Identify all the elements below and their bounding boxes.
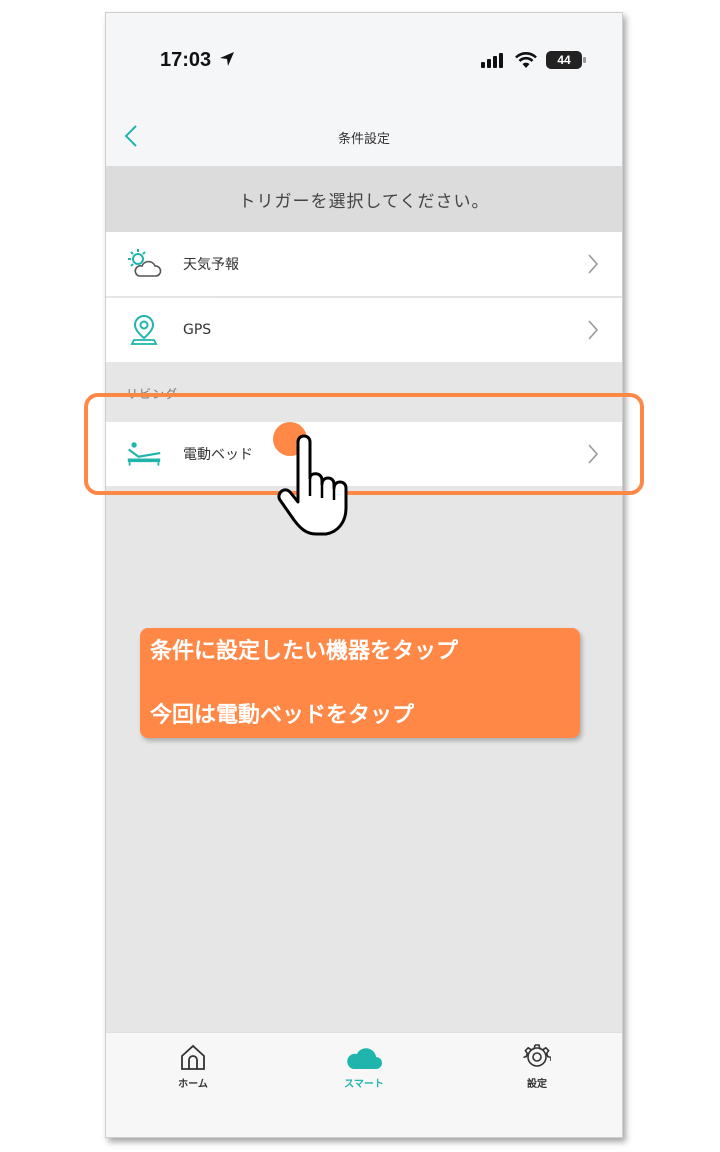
status-time: 17:03 [160,49,235,72]
location-pin-icon [126,312,162,348]
trigger-prompt: トリガーを選択してください。 [106,166,622,232]
location-arrow-icon [219,52,234,66]
tab-settings[interactable]: 設定 [492,1043,582,1103]
status-time-text: 17:03 [160,49,212,71]
tab-label: スマート [344,1079,384,1090]
chevron-right-icon [588,254,599,274]
tab-bar: ホーム スマート 設定 [106,1032,622,1137]
instruction-callout: 条件に設定したい機器をタップ 今回は電動ベッドをタップ [140,628,580,738]
nav-bar: 条件設定 [106,108,622,166]
callout-line-1: 条件に設定したい機器をタップ [150,639,459,664]
list-item-gps[interactable]: GPS [106,298,622,362]
status-bar: 17:03 44 [106,13,622,108]
weather-icon [126,246,162,282]
battery-icon: 44 [546,51,586,69]
tab-home[interactable]: ホーム [148,1043,238,1103]
page-title: 条件設定 [337,132,390,147]
chevron-right-icon [588,320,599,340]
home-icon [181,1044,205,1070]
hand-pointer-icon [277,434,348,536]
tab-label: ホーム [178,1079,208,1090]
phone-screen: 17:03 44 条件設定 トリガーを選択してください。 天気予報 GPS リビ… [105,12,623,1138]
tab-label: 設定 [527,1079,547,1090]
list-item-label: 天気予報 [183,257,239,273]
cloud-icon [347,1048,382,1069]
gear-icon [523,1044,551,1067]
list-item-label: GPS [183,322,212,338]
status-indicators: 44 [480,51,586,69]
tab-smart[interactable]: スマート [319,1043,409,1103]
callout-line-2: 今回は電動ベッドをタップ [150,703,415,728]
battery-level: 44 [557,53,571,67]
wifi-icon [515,52,537,68]
list-item-weather[interactable]: 天気予報 [106,232,622,296]
cellular-signal-icon [481,53,503,68]
